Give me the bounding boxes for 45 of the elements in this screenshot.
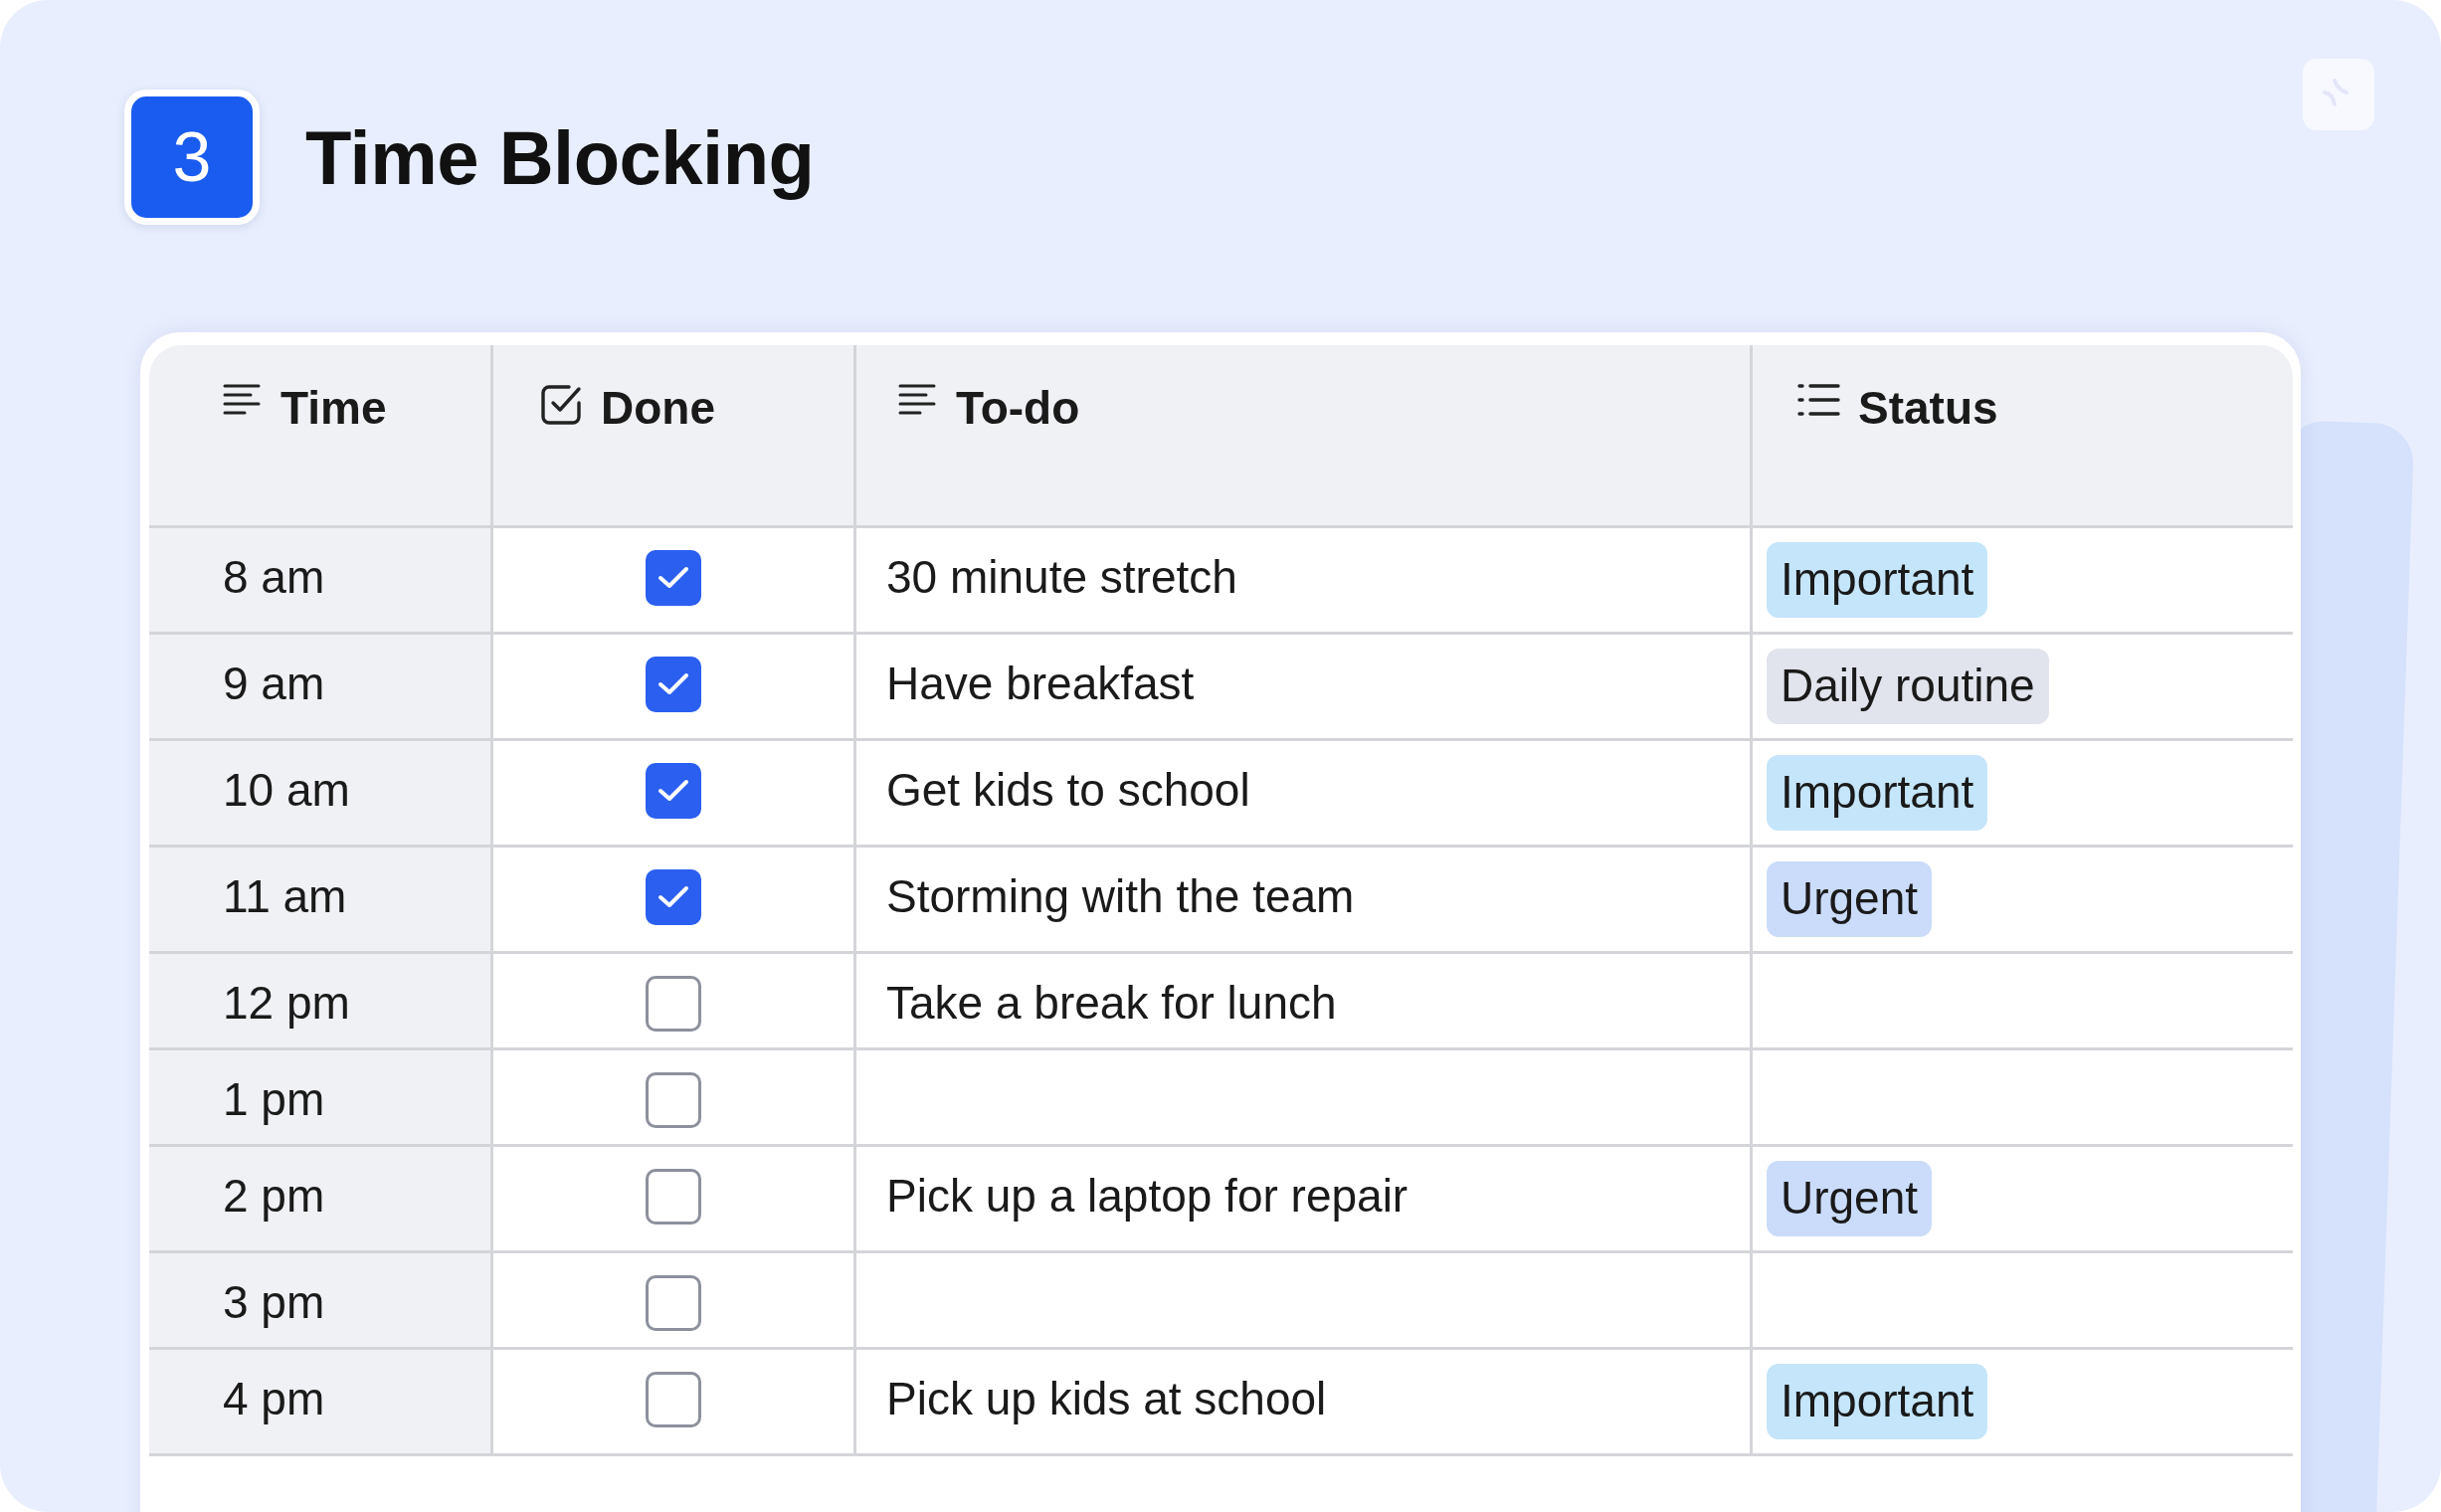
lines-icon — [223, 383, 263, 417]
checkbox[interactable] — [646, 1372, 701, 1427]
checkbox[interactable] — [646, 657, 701, 712]
checkbox[interactable] — [646, 763, 701, 819]
todo-cell: Pick up kids at school — [886, 1373, 1327, 1424]
list-icon — [1796, 383, 1840, 417]
status-tag: Daily routine — [1767, 649, 2049, 724]
time-cell: 9 am — [223, 658, 325, 709]
time-cell: 2 pm — [223, 1170, 325, 1222]
checkmark-icon — [657, 672, 689, 696]
status-tag: Important — [1767, 755, 1988, 831]
checkbox[interactable] — [646, 1072, 701, 1128]
todo-cell: Take a break for lunch — [886, 977, 1337, 1029]
time-cell: 1 pm — [223, 1073, 325, 1125]
status-tag: Important — [1767, 542, 1988, 618]
checkbox[interactable] — [646, 1275, 701, 1331]
checkbox[interactable] — [646, 869, 701, 925]
checkbox[interactable] — [646, 976, 701, 1032]
todo-cell: Get kids to school — [886, 764, 1250, 816]
checkbox-icon — [539, 383, 583, 427]
todo-cell: 30 minute stretch — [886, 551, 1237, 603]
page-title: Time Blocking — [305, 113, 815, 201]
time-cell: 4 pm — [223, 1373, 325, 1424]
checkbox[interactable] — [646, 1169, 701, 1225]
time-cell: 3 pm — [223, 1276, 325, 1328]
time-cell: 12 pm — [223, 977, 350, 1029]
column-header[interactable]: Status — [1858, 383, 1998, 433]
time-cell: 10 am — [223, 764, 350, 816]
column-header[interactable]: Time — [281, 383, 387, 433]
time-cell: 11 am — [223, 870, 347, 922]
lines-icon — [898, 383, 938, 417]
step-badge: 3 — [124, 90, 260, 225]
status-tag: Urgent — [1767, 861, 1933, 937]
todo-cell: Pick up a laptop for repair — [886, 1170, 1408, 1222]
todo-cell: Storming with the team — [886, 870, 1355, 922]
checkbox[interactable] — [646, 550, 701, 606]
status-tag: Important — [1767, 1364, 1988, 1439]
todo-cell: Have breakfast — [886, 658, 1195, 709]
column-header[interactable]: To-do — [956, 383, 1080, 433]
column-header[interactable]: Done — [601, 383, 715, 433]
status-tag: Urgent — [1767, 1161, 1933, 1236]
time-cell: 8 am — [223, 551, 325, 603]
checkmark-icon — [657, 779, 689, 803]
checkmark-icon — [657, 885, 689, 909]
checkmark-icon — [657, 566, 689, 590]
